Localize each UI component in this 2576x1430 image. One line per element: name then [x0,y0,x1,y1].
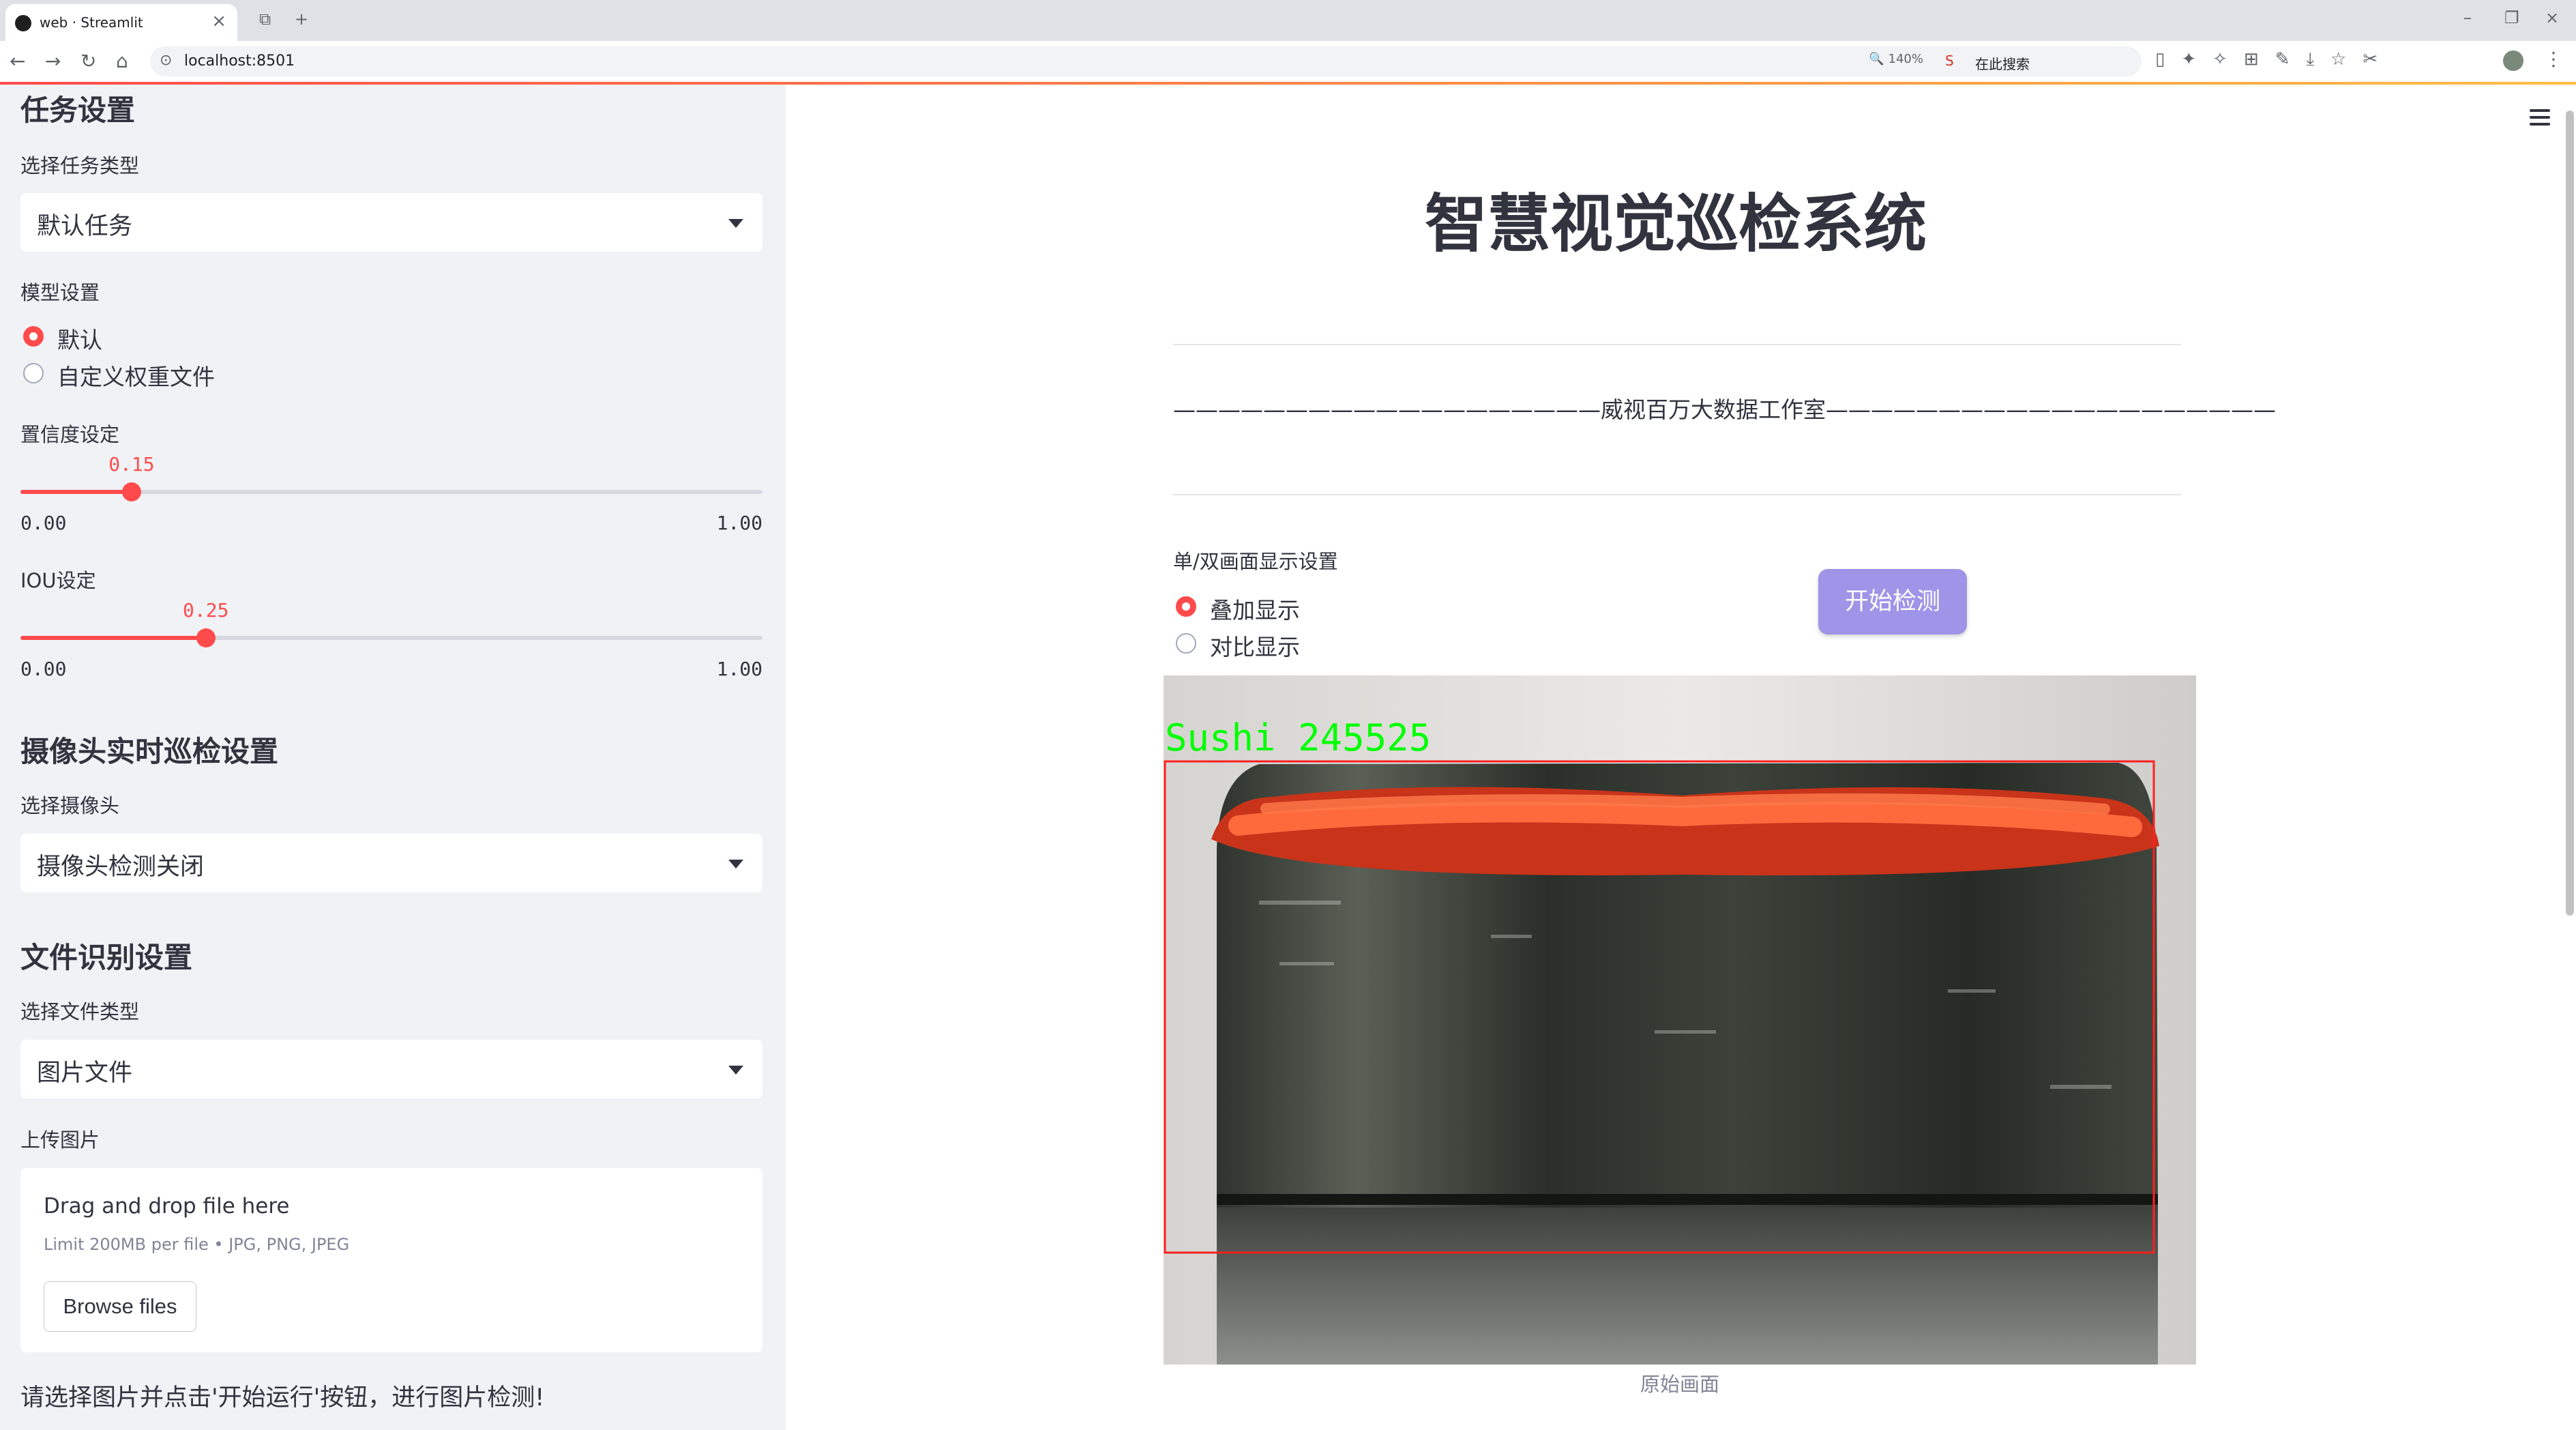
search-input[interactable]: 在此搜索 [1975,53,2030,73]
dropzone-title: Drag and drop file here [44,1194,290,1219]
upload-label: 上传图片 [20,1128,100,1152]
tab-title: web · Streamlit [40,14,143,31]
confidence-min: 0.00 [20,512,67,534]
ext-pen-icon[interactable]: ✎ [2275,49,2307,70]
tab-group-icon[interactable]: ⧉ [259,10,271,29]
display-mode-label: 单/双画面显示设置 [1173,550,1338,573]
iou-slider-handle[interactable] [196,628,216,647]
confidence-value: 0.15 [108,453,155,476]
hamburger-menu-icon[interactable] [2530,109,2550,130]
browser-tab[interactable]: web · Streamlit × [5,4,237,41]
tab-close-icon[interactable]: × [211,11,226,31]
model-radio-default[interactable] [23,326,44,347]
iou-slider-fill [20,636,206,640]
dropzone-limit: Limit 200MB per file • JPG, PNG, JPEG [44,1235,350,1254]
confidence-slider-fill [20,490,132,494]
iou-min: 0.00 [20,658,67,680]
confidence-max: 1.00 [716,512,763,534]
mode-radio-compare[interactable] [1176,633,1196,654]
address-bar[interactable]: ⊙ localhost:8501 🔍 140% ⚑ϟ▣➦☆ [150,46,2101,76]
home-icon[interactable]: ⌂ [116,50,128,72]
site-info-icon[interactable]: ⊙ [160,52,172,69]
camera-select-label: 选择摄像头 [20,794,120,817]
camera-select[interactable]: 摄像头检测关闭 [20,834,763,892]
phone-icon[interactable]: ▯ [2155,49,2181,70]
menu-dots-icon[interactable]: ⋮ [2544,48,2563,70]
main-content: 智慧视觉巡检系统 ———————————————————威视百万大数据工作室——… [786,85,2576,1430]
image-caption: 原始画面 [1640,1373,1719,1396]
model-radio-custom-label[interactable]: 自定义权重文件 [57,359,215,392]
back-icon[interactable]: ← [10,50,25,72]
streamlit-favicon-icon [15,15,31,31]
detection-label: Sushi 245525 [1165,716,1431,759]
profile-avatar[interactable] [2503,50,2523,71]
model-radio-default-label[interactable]: 默认 [57,322,102,355]
download-icon[interactable]: ⤓ [2307,49,2331,70]
browser-toolbar: ← → ↻ ⌂ ⊙ localhost:8501 🔍 140% ⚑ϟ▣➦☆ S … [0,41,2576,83]
zoom-level: 140% [1888,52,1923,66]
iou-slider[interactable] [20,628,763,647]
task-type-select[interactable]: 默认任务 [20,193,763,252]
file-dropzone[interactable]: Drag and drop file here Limit 200MB per … [20,1168,763,1352]
file-type-label: 选择文件类型 [20,1000,140,1023]
file-type-select[interactable]: 图片文件 [20,1040,763,1098]
scrollbar[interactable] [2566,111,2574,916]
model-radio-custom[interactable] [23,363,44,383]
ext-translate-icon[interactable]: ⊞ [2244,49,2275,70]
confidence-slider-handle[interactable] [122,482,142,501]
url-text[interactable]: localhost:8501 [184,53,295,70]
browser-tab-bar: web · Streamlit × ⧉ + – ❐ × [0,0,2576,41]
iou-max: 1.00 [716,658,763,680]
mode-radio-overlay-label[interactable]: 叠加显示 [1210,592,1300,625]
camera-select-value: 摄像头检测关闭 [37,853,205,881]
browser-search-box[interactable]: S 在此搜索 [1937,46,2142,76]
window-close-icon[interactable]: × [2545,8,2559,27]
sidebar-instruction: 请选择图片并点击'开始运行'按钮，进行图片检测! [20,1384,545,1412]
page-title: 智慧视觉巡检系统 [1424,188,1927,261]
zoom-indicator[interactable]: 🔍 140% [1869,52,1923,66]
forward-icon[interactable]: → [45,50,61,72]
reload-icon[interactable]: ↻ [80,50,96,72]
restore-icon[interactable]: ❐ [2504,8,2519,27]
task-type-value: 默认任务 [37,213,133,240]
iou-label: IOU设定 [20,569,96,592]
minimize-icon[interactable]: – [2463,8,2472,27]
new-tab-icon[interactable]: + [295,10,308,29]
detection-image: Sushi 245525 [1164,675,2196,1365]
ext-share-icon[interactable]: ✧ [2212,49,2244,70]
divider-top [1173,344,2181,345]
model-settings-label: 模型设置 [20,281,100,304]
file-settings-heading: 文件识别设置 [20,941,193,974]
ext-sparkle-icon[interactable]: ✦ [2181,49,2212,70]
bookmark-icon[interactable]: ☆ [2330,49,2363,70]
task-type-label: 选择任务类型 [20,154,140,177]
extension-icons: ▯✦✧⊞✎⤓☆✂ [2155,49,2394,70]
iou-value: 0.25 [183,599,229,622]
scissors-icon[interactable]: ✂ [2363,49,2394,70]
confidence-slider[interactable] [20,482,763,501]
browse-files-button[interactable]: Browse files [44,1281,196,1332]
file-type-value: 图片文件 [37,1060,133,1087]
task-settings-heading: 任务设置 [20,93,136,127]
search-engine-icon[interactable]: S [1945,53,1954,69]
sidebar: 任务设置 选择任务类型 默认任务 模型设置 默认 自定义权重文件 置信度设定 0… [0,85,786,1430]
mode-radio-compare-label[interactable]: 对比显示 [1210,629,1300,662]
mode-radio-overlay[interactable] [1176,596,1196,617]
chevron-down-icon [728,219,743,228]
studio-banner: ———————————————————威视百万大数据工作室———————————… [1173,396,2276,423]
confidence-label: 置信度设定 [20,423,120,446]
camera-settings-heading: 摄像头实时巡检设置 [20,735,279,768]
sushi-photo: Sushi 245525 [1164,675,2196,1365]
divider-bottom [1173,494,2181,495]
start-detection-button[interactable]: 开始检测 [1818,569,1967,634]
chevron-down-icon [728,1066,743,1075]
chevron-down-icon [728,860,743,869]
